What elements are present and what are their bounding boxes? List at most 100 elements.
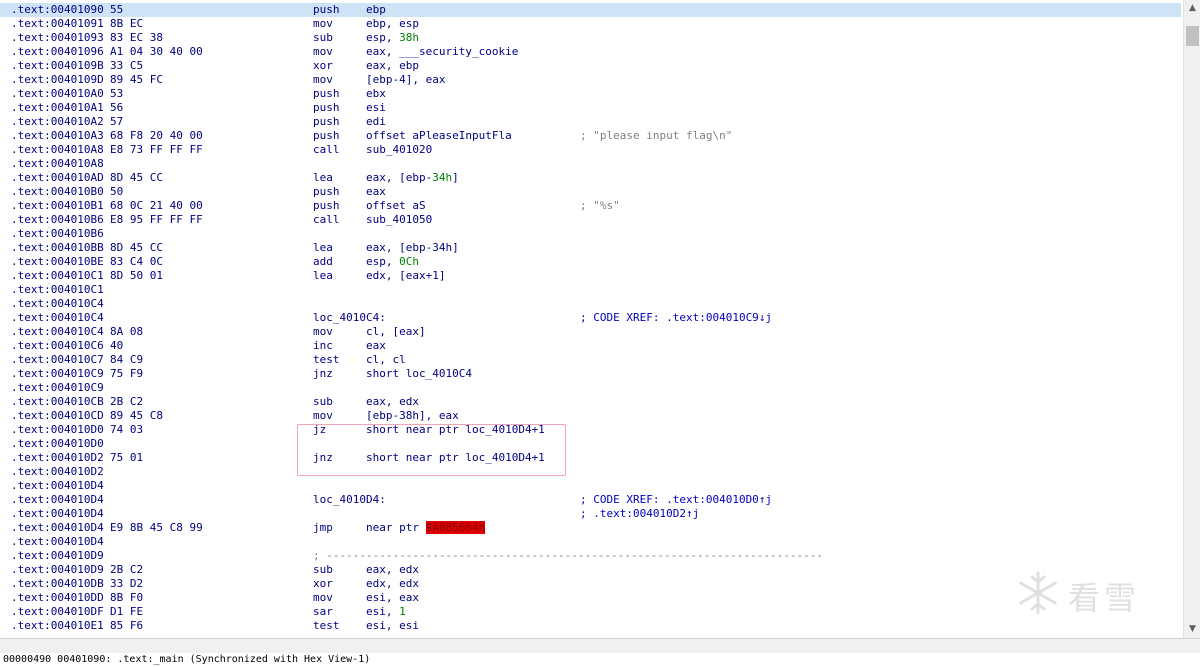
listing-line[interactable]: .text:00401093 83 EC 38 sub esp, 38h [0,31,1181,45]
line-address: .text:004010D9 [11,549,104,562]
listing-line[interactable]: .text:004010C9 [0,381,1181,395]
listing-line[interactable]: .text:004010A8 E8 73 FF FF FF call sub_4010… [0,143,1181,157]
listing-line[interactable]: .text:004010A0 53 push ebx [0,87,1181,101]
xref-comment[interactable]: ; CODE XREF: .text:004010C9↓j [580,311,772,325]
listing-line[interactable]: .text:004010D0 [0,437,1181,451]
listing-line[interactable]: .text:004010D9 ; ------------------------… [0,549,1181,563]
opcode-bytes: A1 04 30 40 00 [110,45,203,58]
listing-line[interactable]: .text:00401090 55 push ebp [0,3,1181,17]
instruction-operands: edx, [eax+1] [366,269,445,283]
instruction-operands: ebx [366,87,386,101]
line-address: .text:004010D2 [11,451,104,464]
instruction-operands: [ebp-38h], eax [366,409,459,423]
listing-line[interactable]: .text:004010C4 loc_4010C4: ; CODE XREF: .t… [0,311,1181,325]
line-address: .text:004010D4 [11,493,104,506]
listing-line[interactable]: .text:0040109B 33 C5 xor eax, ebp [0,59,1181,73]
instruction-mnemonic: xor [313,59,333,72]
instruction-operands: edx, edx [366,577,419,591]
highlighted-operand[interactable]: 9A085664h [425,521,486,534]
listing-line[interactable]: .text:00401096 A1 04 30 40 00 mov eax, ___s… [0,45,1181,59]
operand-text: eax, ___security_cookie [366,45,519,58]
line-address: .text:004010BE [11,255,104,268]
listing-line[interactable]: .text:004010D9 2B C2 sub eax, edx [0,563,1181,577]
listing-line[interactable]: .text:004010D4 [0,479,1181,493]
line-address: .text:004010C4 [11,325,104,338]
listing-line[interactable]: .text:004010A2 57 push edi [0,115,1181,129]
disassembly-listing[interactable]: .text:00401090 55 push ebp .text:00401091 8B … [0,0,1181,638]
scroll-up-icon[interactable]: ▲ [1184,0,1200,17]
listing-line[interactable]: .text:004010A8 [0,157,1181,171]
listing-line[interactable]: .text:004010D2 [0,465,1181,479]
line-address: .text:0040109B [11,59,104,72]
listing-line[interactable]: .text:0040109D 89 45 FC mov [ebp-4], eax [0,73,1181,87]
line-address: .text:004010D0 [11,423,104,436]
vertical-scrollbar[interactable]: ▲ ▼ [1183,0,1200,638]
listing-line[interactable]: .text:004010C9 75 F9 jnz short loc_4010C4 [0,367,1181,381]
listing-line[interactable]: .text:004010B0 50 push eax [0,185,1181,199]
listing-line[interactable]: .text:004010A3 68 F8 20 40 00 push offset a… [0,129,1181,143]
listing-line[interactable]: .text:004010D4 [0,535,1181,549]
listing-line[interactable]: .text:004010D2 75 01 jnz short near ptr loc… [0,451,1181,465]
operand-text: ebx [366,87,386,100]
line-address: .text:004010C4 [11,311,104,324]
listing-line[interactable]: .text:004010E1 85 F6 test esi, esi [0,619,1181,633]
operand-text: ebp, esp [366,17,419,30]
instruction-mnemonic: mov [313,325,333,338]
watermark: 看雪 [1010,565,1170,625]
operand-text: edi [366,115,386,128]
listing-line[interactable]: .text:004010D0 74 03 jz short near ptr loc_… [0,423,1181,437]
operand-text: eax, [ebp-34h] [366,241,459,254]
listing-line[interactable]: .text:004010DD 8B F0 mov esi, eax [0,591,1181,605]
scroll-down-icon[interactable]: ▼ [1184,621,1200,638]
instruction-mnemonic: inc [313,339,333,352]
listing-line[interactable]: .text:004010D4 loc_4010D4: ; CODE XREF: .t… [0,493,1181,507]
listing-line[interactable]: .text:004010C7 84 C9 test cl, cl [0,353,1181,367]
listing-line[interactable]: .text:004010C1 [0,283,1181,297]
listing-line[interactable]: .text:004010B6 [0,227,1181,241]
instruction-operands: esi, 1 [366,605,406,619]
instruction-operands: esi [366,101,386,115]
instruction-mnemonic: push [313,115,340,128]
line-address: .text:004010D4 [11,507,104,520]
opcode-bytes: 33 C5 [110,59,144,72]
code-label[interactable]: loc_4010C4: [313,311,386,325]
listing-line[interactable]: .text:004010BB 8D 45 CC lea eax, [ebp-34h] [0,241,1181,255]
listing-line[interactable]: .text:004010D4 E9 8B 45 C8 99 jmp near ptr … [0,521,1181,535]
line-address: .text:004010B0 [11,185,104,198]
listing-line[interactable]: .text:004010DB 33 D2 xor edx, edx [0,577,1181,591]
scroll-thumb[interactable] [1186,26,1199,46]
operand-text: eax, [ebp- [366,171,433,184]
listing-line[interactable]: .text:004010AD 8D 45 CC lea eax, [ebp-34h] [0,171,1181,185]
listing-line[interactable]: .text:004010C1 8D 50 01 lea edx, [eax+1] [0,269,1181,283]
instruction-operands: sub_401020 [366,143,432,157]
line-address: .text:004010B6 [11,227,104,240]
listing-line[interactable]: .text:004010C4 8A 08 mov cl, [eax] [0,325,1181,339]
listing-line[interactable]: .text:004010CB 2B C2 sub eax, edx [0,395,1181,409]
listing-line[interactable]: .text:004010BE 83 C4 0C add esp, 0Ch [0,255,1181,269]
operand-text: edx, edx [366,577,419,590]
instruction-mnemonic: call [313,213,340,226]
listing-line[interactable]: .text:004010C4 [0,297,1181,311]
listing-line[interactable]: .text:004010CD 89 45 C8 mov [ebp-38h], eax [0,409,1181,423]
code-label[interactable]: loc_4010D4: [313,493,386,507]
xref-comment[interactable]: ; .text:004010D2↑j [580,507,699,521]
listing-line[interactable]: .text:004010DF D1 FE sar esi, 1 [0,605,1181,619]
listing-line[interactable]: .text:00401091 8B EC mov ebp, esp [0,17,1181,31]
operand-text: esi [366,101,386,114]
operand-text: ebp [366,3,386,16]
instruction-operands: near ptr 9A085664h [366,521,486,535]
listing-line[interactable]: .text:004010A1 56 push esi [0,101,1181,115]
listing-line[interactable]: .text:004010C6 40 inc eax [0,339,1181,353]
listing-line[interactable]: .text:004010B1 68 0C 21 40 00 push offset a… [0,199,1181,213]
instruction-operands: eax, [ebp-34h] [366,171,459,185]
xref-comment[interactable]: ; CODE XREF: .text:004010D0↑j [580,493,772,507]
line-address: .text:004010DD [11,591,104,604]
separator-line: ; --------------------------------------… [313,549,823,562]
instruction-mnemonic: sub [313,395,333,408]
listing-line[interactable]: .text:004010D4 ; .text:004010D2↑j [0,507,1181,521]
operand-text: near ptr [366,521,426,534]
operand-text: sub_401020 [366,143,433,156]
opcode-bytes: 89 45 C8 [110,409,163,422]
operand-text: sub_401050 [366,213,433,226]
listing-line[interactable]: .text:004010B6 E8 95 FF FF FF call sub_4010… [0,213,1181,227]
